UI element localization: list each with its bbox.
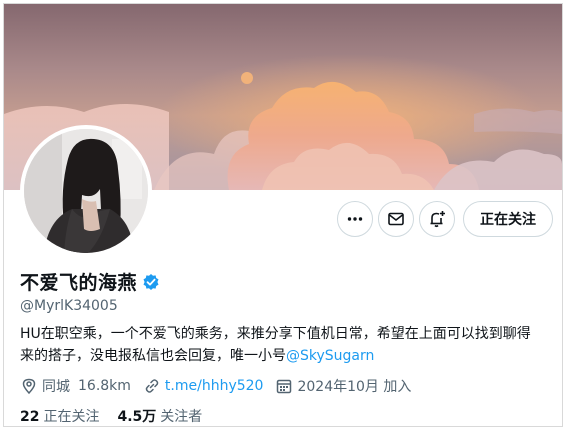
location-distance: 16.8km xyxy=(78,378,131,394)
more-button[interactable] xyxy=(337,201,373,237)
profile-frame: 正在关注 不爱飞的海燕 @MyrlK34005 HU在职空乘，一个不爱飞的乘务，… xyxy=(3,3,563,427)
envelope-icon xyxy=(388,212,404,226)
followers-count: 4.5万 xyxy=(117,409,157,425)
followers-label: 关注者 xyxy=(160,409,203,425)
location-item: 同城 16.8km xyxy=(20,376,131,396)
message-button[interactable] xyxy=(378,201,414,237)
following-button[interactable]: 正在关注 xyxy=(463,201,553,237)
bio-text: HU在职空乘，一个不爱飞的乘务，来推分享下值机日常，希望在上面可以找到聊得来的搭… xyxy=(20,326,531,364)
user-handle: @MyrlK34005 xyxy=(20,298,118,314)
link-icon xyxy=(145,379,159,393)
notify-button[interactable] xyxy=(419,201,455,237)
following-stat-link[interactable]: 22 正在关注 xyxy=(20,406,99,426)
website-item: t.me/hhhy520 xyxy=(143,377,264,395)
verified-badge-icon[interactable] xyxy=(142,273,160,291)
avatar-image xyxy=(24,129,148,253)
profile-stats: 22 正在关注 4.5万 关注者 xyxy=(20,406,220,426)
profile-meta: 同城 16.8km t.me/hhhy520 2024年10月 加入 xyxy=(20,376,423,396)
profile-avatar[interactable] xyxy=(20,125,152,257)
bell-plus-icon xyxy=(430,211,445,228)
location-pin-icon xyxy=(22,378,36,395)
following-label: 正在关注 xyxy=(43,409,100,425)
profile-bio: HU在职空乘，一个不爱飞的乘务，来推分享下值机日常，希望在上面可以找到聊得来的搭… xyxy=(20,323,540,367)
following-count: 22 xyxy=(20,409,40,425)
display-name: 不爱飞的海燕 xyxy=(20,272,138,294)
website-link[interactable]: t.me/hhhy520 xyxy=(165,378,264,394)
joined-item: 2024年10月 加入 xyxy=(275,376,411,396)
calendar-icon xyxy=(277,379,292,394)
followers-stat-link[interactable]: 4.5万 关注者 xyxy=(117,406,202,426)
more-horizontal-icon xyxy=(347,217,363,221)
joined-date: 2024年10月 加入 xyxy=(297,379,412,395)
bio-mention-link[interactable]: @SkySugarn xyxy=(286,348,374,364)
location-label: 同城 xyxy=(42,379,70,395)
name-row: 不爱飞的海燕 xyxy=(20,268,160,295)
